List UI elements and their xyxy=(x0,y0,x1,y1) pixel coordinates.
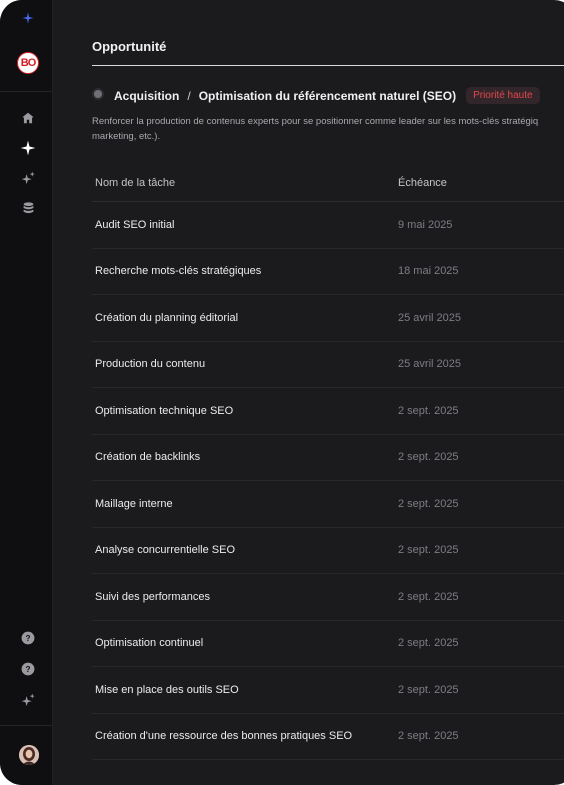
task-name: Mise en place des outils SEO xyxy=(95,683,239,696)
page-title: Opportunité xyxy=(92,39,167,54)
table-row[interactable]: Création de backlinks 2 sept. 2025 xyxy=(92,435,564,481)
avatar[interactable] xyxy=(19,745,39,765)
task-due-date: 2 sept. 2025 xyxy=(398,497,459,510)
task-name: Optimisation technique SEO xyxy=(95,404,234,417)
help-icon[interactable]: ? xyxy=(17,658,39,680)
task-due-date: 2 sept. 2025 xyxy=(398,730,459,743)
table-row[interactable]: Création d'une ressource des bonnes prat… xyxy=(92,714,564,760)
task-name: Audit SEO initial xyxy=(95,218,175,231)
sidebar-divider xyxy=(0,91,52,92)
logo-icon[interactable]: BO xyxy=(17,52,39,74)
task-name: Suivi des performances xyxy=(95,590,210,603)
sidebar: BO ? ? xyxy=(0,0,53,785)
breadcrumb-current: Optimisation du référencement naturel (S… xyxy=(198,88,457,103)
app-window: BO ? ? Opportunité Acquisition / Optimis… xyxy=(0,0,564,785)
task-name: Recherche mots-clés stratégiques xyxy=(95,265,262,278)
task-name: Analyse concurrentielle SEO xyxy=(95,544,236,557)
opportunity-description: Renforcer la production de contenus expe… xyxy=(92,116,539,142)
priority-badge: Priorité haute xyxy=(466,87,540,104)
table-row[interactable]: Audit SEO initial 9 mai 2025 xyxy=(92,202,564,249)
task-due-date: 18 mai 2025 xyxy=(398,265,459,278)
task-due-date: 2 sept. 2025 xyxy=(398,451,459,464)
task-due-date: 25 avril 2025 xyxy=(398,358,461,371)
home-icon[interactable] xyxy=(17,107,39,129)
column-header-due[interactable]: Échéance xyxy=(398,177,564,189)
table-row[interactable]: Recherche mots-clés stratégiques 18 mai 2… xyxy=(92,249,564,295)
task-due-date: 2 sept. 2025 xyxy=(398,590,459,603)
logo-text: BO xyxy=(20,57,36,69)
table-body: Audit SEO initial 9 mai 2025 Recherche mot… xyxy=(92,202,564,760)
task-due-date: 2 sept. 2025 xyxy=(398,404,459,417)
database-icon[interactable] xyxy=(17,197,39,219)
table-row[interactable]: Création du planning éditorial 25 avril 2… xyxy=(92,295,564,342)
sparkle-icon[interactable] xyxy=(17,137,39,159)
table-header: Nom de la tâche Échéance xyxy=(92,165,564,202)
table-row[interactable]: Mise en place des outils SEO 2 sept. 2025 xyxy=(92,667,564,714)
task-name: Production du contenu xyxy=(95,358,206,371)
task-due-date: 2 sept. 2025 xyxy=(398,637,459,650)
table-row[interactable]: Optimisation technique SEO 2 sept. 2025 xyxy=(92,388,564,435)
table-row[interactable]: Production du contenu 25 avril 2025 xyxy=(92,342,564,388)
task-name: Création de backlinks xyxy=(95,451,201,464)
title-divider xyxy=(92,65,564,66)
app-sparkle-icon[interactable] xyxy=(17,7,39,29)
task-name: Maillage interne xyxy=(95,497,173,510)
sidebar-divider xyxy=(0,725,52,726)
main-content: Opportunité Acquisition / Optimisation d… xyxy=(52,0,564,785)
task-table: Nom de la tâche Échéance Audit SEO initi… xyxy=(92,165,564,760)
breadcrumb-separator: / xyxy=(187,88,191,103)
svg-text:?: ? xyxy=(26,665,31,674)
task-name: Optimisation continuel xyxy=(95,637,204,650)
table-row[interactable]: Optimisation continuel 2 sept. 2025 xyxy=(92,621,564,667)
breadcrumb: Acquisition / Optimisation du référencem… xyxy=(114,87,540,104)
sparkles-icon[interactable] xyxy=(17,167,39,189)
svg-text:?: ? xyxy=(26,634,31,643)
task-due-date: 9 mai 2025 xyxy=(398,218,453,231)
table-row[interactable]: Analyse concurrentielle SEO 2 sept. 2025 xyxy=(92,528,564,574)
table-row[interactable]: Maillage interne 2 sept. 2025 xyxy=(92,481,564,528)
breadcrumb-parent[interactable]: Acquisition xyxy=(114,89,179,103)
task-due-date: 25 avril 2025 xyxy=(398,311,461,324)
help-icon[interactable]: ? xyxy=(17,627,39,649)
status-dot-icon xyxy=(94,90,102,98)
sparkles-icon[interactable] xyxy=(17,689,39,711)
table-row[interactable]: Suivi des performances 2 sept. 2025 xyxy=(92,574,564,621)
task-name: Création du planning éditorial xyxy=(95,311,239,324)
task-name: Création d'une ressource des bonnes prat… xyxy=(95,730,353,743)
task-due-date: 2 sept. 2025 xyxy=(398,544,459,557)
task-due-date: 2 sept. 2025 xyxy=(398,683,459,696)
column-header-name[interactable]: Nom de la tâche xyxy=(92,177,398,189)
